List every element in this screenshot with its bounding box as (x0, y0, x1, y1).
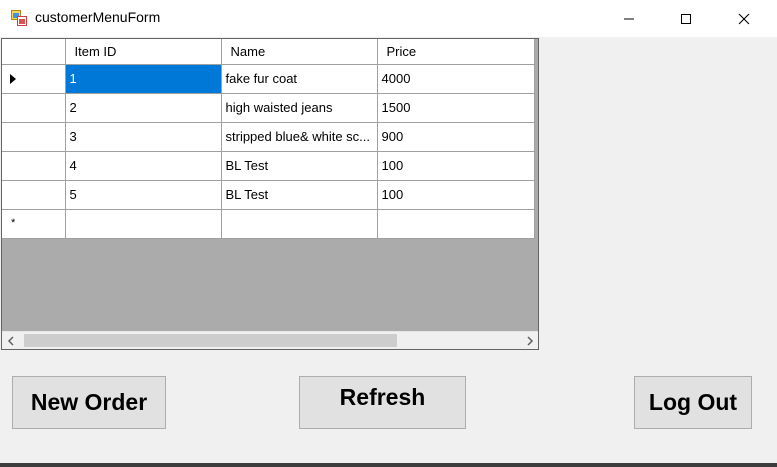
row-header[interactable] (2, 122, 66, 152)
cell-item-id[interactable]: 4 (65, 151, 222, 181)
cell-item-id[interactable]: 2 (65, 93, 222, 123)
header-row: Item ID Name Price (2, 39, 535, 65)
scroll-left-button[interactable] (2, 332, 19, 349)
column-header-label: Item ID (74, 43, 117, 59)
scrollbar-thumb[interactable] (24, 334, 397, 347)
table-row[interactable]: 5 BL Test 100 (2, 180, 535, 210)
minimize-button[interactable] (600, 0, 658, 37)
items-data-grid[interactable]: Item ID Name Price 1 fake fur coat 4000 … (1, 38, 539, 350)
new-row-marker: * (11, 217, 16, 229)
cell-name[interactable]: BL Test (221, 151, 378, 181)
scroll-right-button[interactable] (521, 332, 538, 349)
cell-name[interactable]: fake fur coat (221, 64, 378, 94)
window-bottom-border (0, 463, 777, 467)
form-app-icon (11, 10, 27, 26)
cell-name[interactable]: BL Test (221, 180, 378, 210)
row-header[interactable] (2, 151, 66, 181)
row-header[interactable] (2, 180, 66, 210)
cell-price[interactable]: 4000 (377, 64, 535, 94)
column-header-price[interactable]: Price (377, 39, 535, 65)
table-row[interactable]: 2 high waisted jeans 1500 (2, 93, 535, 123)
maximize-icon (681, 13, 691, 24)
cell-item-id[interactable]: 1 (65, 64, 222, 94)
cell-item-id[interactable]: 3 (65, 122, 222, 152)
close-icon (738, 13, 750, 24)
horizontal-scrollbar[interactable] (2, 331, 538, 349)
cell-price[interactable]: 1500 (377, 93, 535, 123)
customer-menu-window: customerMenuForm Item ID Name Price 1 fa… (0, 0, 777, 467)
column-header-label: Price (386, 43, 417, 59)
table-row[interactable]: 4 BL Test 100 (2, 151, 535, 181)
log-out-button[interactable]: Log Out (634, 376, 752, 429)
title-bar[interactable]: customerMenuForm (0, 0, 777, 37)
row-header[interactable] (2, 64, 66, 94)
table-row[interactable]: 3 stripped blue& white sc... 900 (2, 122, 535, 152)
row-selector-arrow-icon (10, 73, 16, 84)
table-row[interactable]: 1 fake fur coat 4000 (2, 64, 535, 94)
corner-header-cell[interactable] (2, 39, 66, 65)
cell-item-id[interactable] (65, 209, 222, 239)
cell-price[interactable] (377, 209, 535, 239)
cell-price[interactable]: 900 (377, 122, 535, 152)
items-table: Item ID Name Price 1 fake fur coat 4000 … (2, 39, 535, 239)
new-row[interactable]: * (2, 209, 535, 239)
column-header-name[interactable]: Name (221, 39, 378, 65)
cell-price[interactable]: 100 (377, 151, 535, 181)
cell-item-id[interactable]: 5 (65, 180, 222, 210)
chevron-left-icon (7, 335, 14, 346)
cell-price[interactable]: 100 (377, 180, 535, 210)
cell-name[interactable]: stripped blue& white sc... (221, 122, 378, 152)
minimize-icon (624, 18, 634, 19)
cell-name[interactable] (221, 209, 378, 239)
row-header[interactable] (2, 93, 66, 123)
row-header[interactable]: * (2, 209, 66, 239)
maximize-button[interactable] (657, 0, 715, 37)
close-button[interactable] (715, 0, 773, 37)
refresh-button[interactable]: Refresh (299, 376, 466, 429)
chevron-right-icon (526, 335, 533, 346)
column-header-label: Name (230, 43, 266, 59)
new-order-button[interactable]: New Order (12, 376, 166, 429)
window-title: customerMenuForm (35, 9, 161, 25)
cell-name[interactable]: high waisted jeans (221, 93, 378, 123)
column-header-item-id[interactable]: Item ID (65, 39, 222, 65)
